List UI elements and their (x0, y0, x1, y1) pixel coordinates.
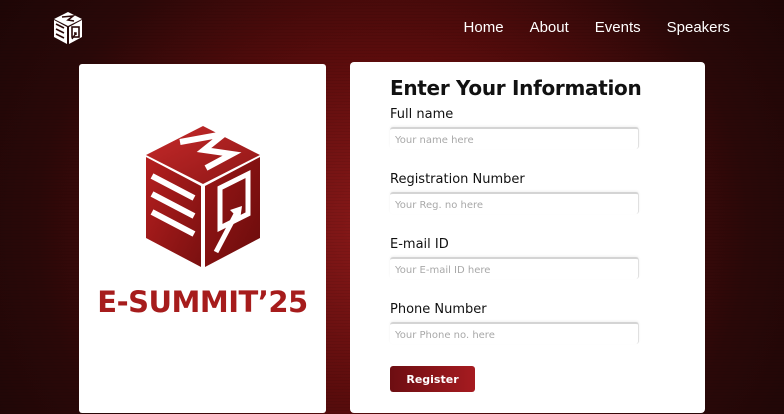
nav-about-link[interactable]: About (530, 19, 569, 37)
esummit-cube-logo-icon (146, 126, 260, 267)
brand-card: E-SUMMIT’25 (79, 64, 326, 413)
phone-number-label: Phone Number (390, 302, 487, 317)
registration-number-label: Registration Number (390, 172, 525, 187)
email-input[interactable] (390, 257, 639, 279)
nav-home-link[interactable]: Home (464, 19, 504, 37)
full-name-input[interactable] (390, 127, 639, 149)
brand-title: E-SUMMIT’25 (97, 285, 308, 319)
esummit-logo-icon[interactable] (53, 11, 83, 45)
nav-events-link[interactable]: Events (595, 19, 641, 37)
registration-number-input[interactable] (390, 192, 639, 214)
form-title: Enter Your Information (390, 76, 642, 100)
full-name-label: Full name (390, 107, 454, 122)
email-label: E-mail ID (390, 237, 449, 252)
nav-speakers-link[interactable]: Speakers (667, 19, 730, 37)
register-button[interactable]: Register (390, 366, 475, 392)
phone-number-input[interactable] (390, 322, 639, 344)
top-nav: Home About Events Speakers (464, 19, 730, 37)
registration-form-card: Enter Your Information Full name Registr… (350, 62, 705, 413)
